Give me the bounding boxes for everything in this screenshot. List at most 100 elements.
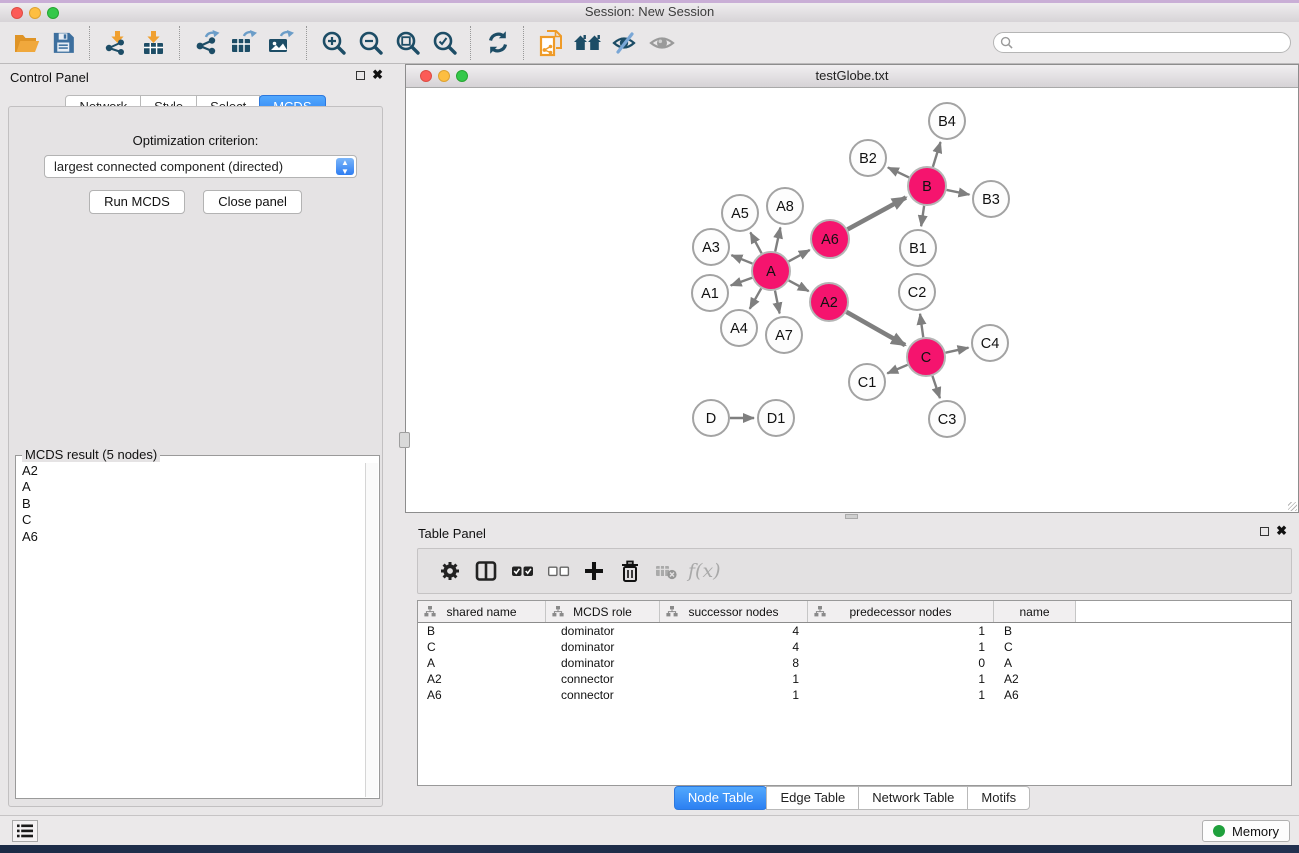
graph-edge-A-A7[interactable]	[775, 291, 780, 314]
table-row[interactable]: Cdominator41C	[418, 639, 1291, 655]
table-row[interactable]: A6connector11A6	[418, 687, 1291, 703]
graph-edge-A-A2[interactable]	[789, 280, 809, 291]
export-table-button[interactable]	[225, 25, 262, 61]
export-image-icon	[267, 30, 294, 55]
clone-network-button[interactable]	[532, 25, 569, 61]
tab-node-table[interactable]: Node Table	[674, 786, 768, 810]
network-zoom-button[interactable]	[456, 70, 468, 82]
horizontal-splitter-handle[interactable]	[845, 514, 858, 519]
task-history-button[interactable]	[12, 820, 38, 842]
graph-edge-A-A6[interactable]	[789, 250, 810, 261]
show-all-button[interactable]	[643, 25, 680, 61]
export-table-icon	[230, 30, 257, 55]
columns-icon	[475, 560, 497, 582]
minimize-window-button[interactable]	[29, 7, 41, 19]
table-header-filler	[1076, 601, 1291, 622]
mcds-result-list[interactable]: A2ABCA6	[17, 463, 366, 797]
trash-icon	[619, 560, 641, 583]
column-header-shared-name[interactable]: shared name	[418, 601, 546, 622]
result-list-item[interactable]: B	[17, 496, 366, 512]
graph-edge-A-A1[interactable]	[731, 278, 752, 286]
graph-edge-A-A8[interactable]	[775, 228, 780, 252]
graph-edge-A6-B[interactable]	[848, 198, 906, 230]
network-window-titlebar[interactable]: testGlobe.txt	[406, 65, 1298, 88]
graph-edge-A-A3[interactable]	[731, 255, 752, 263]
graph-edge-B-B1[interactable]	[921, 206, 924, 226]
graph-edge-A2-C[interactable]	[846, 312, 905, 345]
zoom-in-button[interactable]	[315, 25, 352, 61]
graph-edge-A-A4[interactable]	[750, 288, 761, 308]
tab-network-table[interactable]: Network Table	[858, 786, 968, 810]
tab-motifs[interactable]: Motifs	[967, 786, 1030, 810]
run-mcds-button[interactable]: Run MCDS	[89, 190, 185, 214]
search-input[interactable]	[1013, 34, 1284, 52]
delete-column-button[interactable]	[612, 553, 648, 589]
graph-edge-B-B2[interactable]	[888, 167, 909, 177]
toolbar-separator	[523, 26, 525, 60]
vertical-splitter-handle[interactable]	[399, 432, 410, 448]
close-window-button[interactable]	[11, 7, 23, 19]
close-table-panel-icon[interactable]: ✖	[1276, 524, 1287, 538]
zoom-out-button[interactable]	[352, 25, 389, 61]
refresh-button[interactable]	[479, 25, 516, 61]
column-header-MCDS-role[interactable]: MCDS role	[546, 601, 660, 622]
network-canvas[interactable]: AA1A2A3A4A5A6A7A8BB1B2B3B4CC1C2C3C4DD1	[406, 88, 1298, 512]
zoom-selected-button[interactable]	[426, 25, 463, 61]
result-list-item[interactable]: A	[17, 479, 366, 495]
show-column-button[interactable]	[468, 553, 504, 589]
column-header-successor-nodes[interactable]: successor nodes	[660, 601, 808, 622]
graph-node-label: C3	[938, 412, 957, 428]
graph-edge-A-A5[interactable]	[750, 232, 761, 253]
select-all-button[interactable]	[504, 553, 540, 589]
close-panel-icon[interactable]: ✖	[372, 68, 383, 82]
graph-edge-B-B4[interactable]	[933, 142, 941, 167]
close-panel-button[interactable]: Close panel	[203, 190, 302, 214]
table-row[interactable]: Bdominator41B	[418, 623, 1291, 639]
open-file-button[interactable]	[8, 25, 45, 61]
graph-edge-C-C3[interactable]	[932, 376, 940, 398]
network-close-button[interactable]	[420, 70, 432, 82]
network-graph[interactable]: AA1A2A3A4A5A6A7A8BB1B2B3B4CC1C2C3C4DD1	[406, 88, 1298, 512]
import-table-icon	[141, 30, 166, 55]
graph-edge-C-C2[interactable]	[920, 314, 923, 337]
graph-edge-B-B3[interactable]	[947, 190, 970, 195]
import-table-button[interactable]	[135, 25, 172, 61]
optimization-criterion-select[interactable]: largest connected component (directed) ▲…	[44, 155, 357, 178]
table-row[interactable]: Adominator80A	[418, 655, 1291, 671]
result-scrollbar[interactable]	[365, 463, 378, 797]
graph-edge-C-C1[interactable]	[887, 365, 907, 374]
save-session-button[interactable]	[45, 25, 82, 61]
zoom-fit-button[interactable]	[389, 25, 426, 61]
float-table-panel-icon[interactable]	[1260, 527, 1269, 536]
window-resize-handle[interactable]	[1288, 502, 1297, 511]
import-network-button[interactable]	[98, 25, 135, 61]
search-box[interactable]	[993, 32, 1291, 53]
table-row[interactable]: A2connector11A2	[418, 671, 1291, 687]
first-neighbors-button[interactable]	[569, 25, 606, 61]
table-cell: A2	[418, 672, 546, 686]
graph-node-label: A1	[701, 286, 719, 302]
graph-edge-C-C4[interactable]	[946, 348, 969, 353]
status-bar: Memory	[0, 815, 1299, 845]
table-settings-button[interactable]	[432, 553, 468, 589]
export-image-button[interactable]	[262, 25, 299, 61]
deselect-all-button[interactable]	[540, 553, 576, 589]
column-header-label: predecessor nodes	[849, 605, 951, 619]
column-header-name[interactable]: name	[994, 601, 1076, 622]
table-cell: 4	[660, 624, 808, 638]
result-list-item[interactable]: C	[17, 512, 366, 528]
create-column-button[interactable]	[576, 553, 612, 589]
result-list-item[interactable]: A2	[17, 463, 366, 479]
zoom-window-button[interactable]	[47, 7, 59, 19]
result-list-item[interactable]: A6	[17, 529, 366, 545]
home-icon	[573, 32, 603, 54]
tab-edge-table[interactable]: Edge Table	[766, 786, 859, 810]
hide-selected-button[interactable]	[606, 25, 643, 61]
memory-button[interactable]: Memory	[1202, 820, 1290, 842]
graph-node-label: C4	[981, 336, 1000, 352]
float-panel-icon[interactable]	[356, 71, 365, 80]
column-header-label: shared name	[446, 605, 516, 619]
column-header-predecessor-nodes[interactable]: predecessor nodes	[808, 601, 994, 622]
network-minimize-button[interactable]	[438, 70, 450, 82]
export-network-button[interactable]	[188, 25, 225, 61]
